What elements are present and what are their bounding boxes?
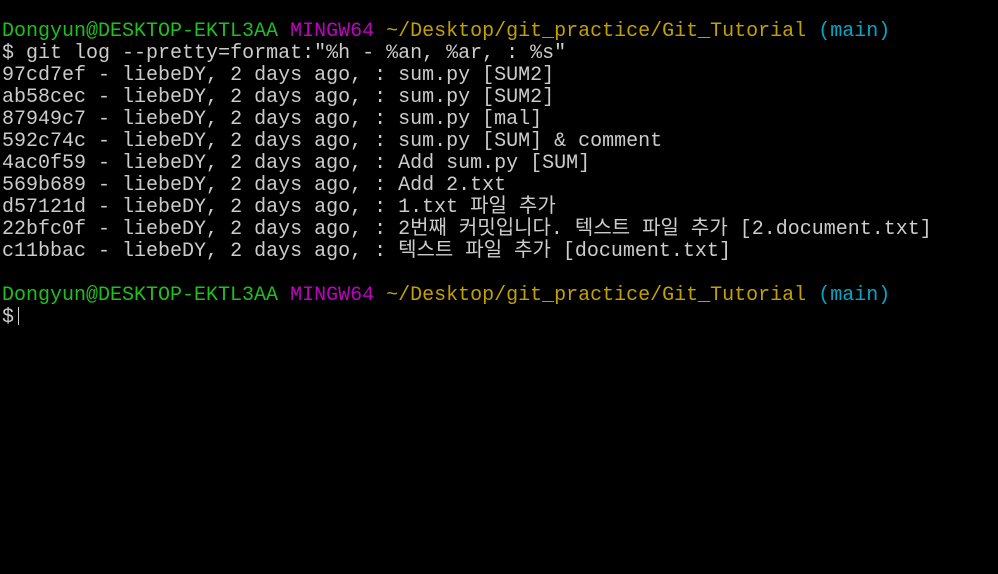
log-entry: 87949c7 - liebeDY, 2 days ago, : sum.py … <box>2 108 543 131</box>
log-time: 2 days ago <box>230 108 351 131</box>
log-message: 텍스트 파일 추가 [document.txt] <box>398 240 731 263</box>
log-time: 2 days ago <box>230 130 351 153</box>
log-hash: d57121d <box>2 196 87 219</box>
log-entry: 22bfc0f - liebeDY, 2 days ago, : 2번째 커밋입… <box>2 218 932 241</box>
log-message: Add sum.py [SUM] <box>398 152 591 175</box>
log-hash: 4ac0f59 <box>2 152 87 175</box>
log-time: 2 days ago <box>230 86 351 109</box>
log-author: liebeDY <box>122 174 207 197</box>
log-time: 2 days ago <box>230 174 351 197</box>
log-entry: d57121d - liebeDY, 2 days ago, : 1.txt 파… <box>2 196 556 219</box>
log-time: 2 days ago <box>230 64 351 87</box>
command-text: git log --pretty=format:"%h - %an, %ar, … <box>26 42 567 65</box>
log-hash: 22bfc0f <box>2 218 87 241</box>
log-entry: c11bbac - liebeDY, 2 days ago, : 텍스트 파일 … <box>2 240 731 263</box>
log-hash: c11bbac <box>2 240 87 263</box>
log-author: liebeDY <box>122 130 207 153</box>
log-entry: 592c74c - liebeDY, 2 days ago, : sum.py … <box>2 130 663 153</box>
log-author: liebeDY <box>122 86 207 109</box>
log-hash: ab58cec <box>2 86 87 109</box>
log-author: liebeDY <box>122 108 207 131</box>
log-author: liebeDY <box>122 64 207 87</box>
log-message: Add 2.txt <box>398 174 507 197</box>
prompt-path: ~/Desktop/git_practice/Git_Tutorial <box>386 20 807 43</box>
log-time: 2 days ago <box>230 218 351 241</box>
log-hash: 87949c7 <box>2 108 87 131</box>
git-log-list: 97cd7ef - liebeDY, 2 days ago, : sum.py … <box>2 65 942 263</box>
log-entry: 4ac0f59 - liebeDY, 2 days ago, : Add sum… <box>2 152 591 175</box>
log-message: sum.py [SUM2] <box>398 64 555 87</box>
log-entry: 569b689 - liebeDY, 2 days ago, : Add 2.t… <box>2 174 507 197</box>
log-hash: 569b689 <box>2 174 87 197</box>
log-entry: 97cd7ef - liebeDY, 2 days ago, : sum.py … <box>2 64 555 87</box>
prompt-line-2: Dongyun@DESKTOP-EKTL3AA MINGW64 ~/Deskto… <box>2 285 942 307</box>
log-author: liebeDY <box>122 152 207 175</box>
log-author: liebeDY <box>122 240 207 263</box>
log-message: 1.txt 파일 추가 <box>398 196 556 219</box>
log-hash: 592c74c <box>2 130 87 153</box>
command-line: $ git log --pretty=format:"%h - %an, %ar… <box>2 43 942 65</box>
prompt-user-host: Dongyun@DESKTOP-EKTL3AA <box>2 20 279 43</box>
prompt-path: ~/Desktop/git_practice/Git_Tutorial <box>386 284 807 307</box>
prompt-symbol: $ <box>2 306 15 329</box>
terminal-output[interactable]: Dongyun@DESKTOP-EKTL3AA MINGW64 ~/Deskto… <box>2 21 942 329</box>
log-author: liebeDY <box>122 196 207 219</box>
log-entry: ab58cec - liebeDY, 2 days ago, : sum.py … <box>2 86 555 109</box>
prompt-system: MINGW64 <box>290 20 375 43</box>
prompt-symbol: $ <box>2 42 15 65</box>
prompt-user-host: Dongyun@DESKTOP-EKTL3AA <box>2 284 279 307</box>
log-message: sum.py [mal] <box>398 108 543 131</box>
log-message: sum.py [SUM] & comment <box>398 130 663 153</box>
log-message: 2번째 커밋입니다. 텍스트 파일 추가 [2.document.txt] <box>398 218 932 241</box>
log-author: liebeDY <box>122 218 207 241</box>
prompt-branch: (main) <box>818 284 891 307</box>
log-time: 2 days ago <box>230 196 351 219</box>
prompt-branch: (main) <box>818 20 891 43</box>
log-time: 2 days ago <box>230 240 351 263</box>
prompt-line: Dongyun@DESKTOP-EKTL3AA MINGW64 ~/Deskto… <box>2 21 942 43</box>
prompt-system: MINGW64 <box>290 284 375 307</box>
log-hash: 97cd7ef <box>2 64 87 87</box>
log-message: sum.py [SUM2] <box>398 86 555 109</box>
text-cursor <box>18 307 20 325</box>
input-line[interactable]: $ <box>2 307 942 329</box>
log-time: 2 days ago <box>230 152 351 175</box>
